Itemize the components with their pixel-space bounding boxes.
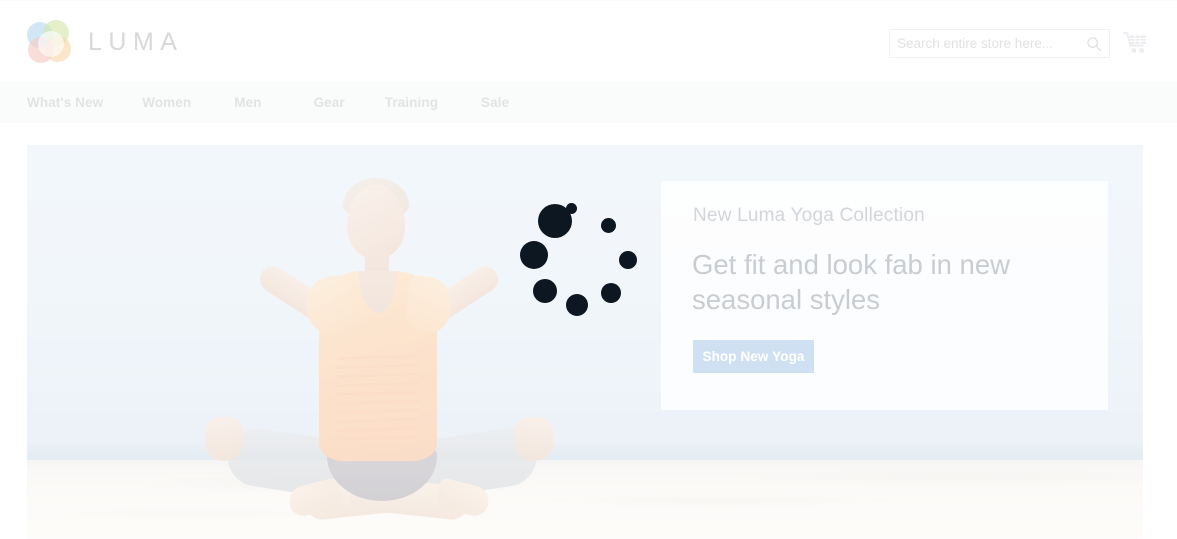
- logo-center-hole: [38, 31, 64, 57]
- hero-promo-panel: New Luma Yoga Collection Get fit and loo…: [661, 181, 1108, 410]
- cart-button[interactable]: [1122, 29, 1150, 57]
- nav-item-sale[interactable]: Sale: [481, 96, 523, 110]
- spinner-dot: [619, 251, 637, 269]
- brand-wordmark: LUMA: [88, 27, 184, 56]
- shop-new-yoga-button[interactable]: Shop New Yoga: [693, 340, 814, 373]
- nav-item-men[interactable]: Men: [234, 96, 275, 110]
- promo-eyebrow: New Luma Yoga Collection: [693, 205, 925, 226]
- loading-spinner-dots-icon: [520, 203, 637, 316]
- model-hand-right: [515, 417, 553, 461]
- spinner-dot: [520, 241, 548, 269]
- search-box[interactable]: [889, 29, 1110, 58]
- spinner-dot: [538, 204, 572, 238]
- spinner-dot: [601, 218, 616, 233]
- spinner-dot: [533, 279, 557, 303]
- site-logo[interactable]: LUMA: [27, 19, 183, 65]
- search-input[interactable]: [890, 30, 1080, 57]
- nav-item-gear[interactable]: Gear: [314, 96, 359, 110]
- hero-banner: New Luma Yoga Collection Get fit and loo…: [27, 145, 1143, 539]
- promo-headline: Get fit and look fab in new seasonal sty…: [692, 249, 1010, 315]
- spinner-dot: [601, 283, 621, 303]
- nav-item-training[interactable]: Training: [385, 96, 452, 110]
- shopping-cart-icon: [1123, 32, 1146, 53]
- model-head: [347, 185, 405, 259]
- nav-item-women[interactable]: Women: [142, 96, 205, 110]
- model-hand-left: [205, 417, 243, 461]
- hero-model-image: [77, 145, 597, 539]
- search-icon[interactable]: [1086, 36, 1102, 52]
- main-navigation: What's New Women Men Gear Training Sale: [0, 82, 1177, 123]
- spinner-dot: [566, 294, 588, 316]
- model-sleeve-right: [403, 274, 455, 336]
- site-header: LUMA: [0, 0, 1177, 83]
- luma-flower-logo-icon: [27, 20, 71, 64]
- page-root: LUMA Search entire store here... What's …: [0, 0, 1177, 539]
- nav-item-whats-new[interactable]: What's New: [27, 96, 117, 110]
